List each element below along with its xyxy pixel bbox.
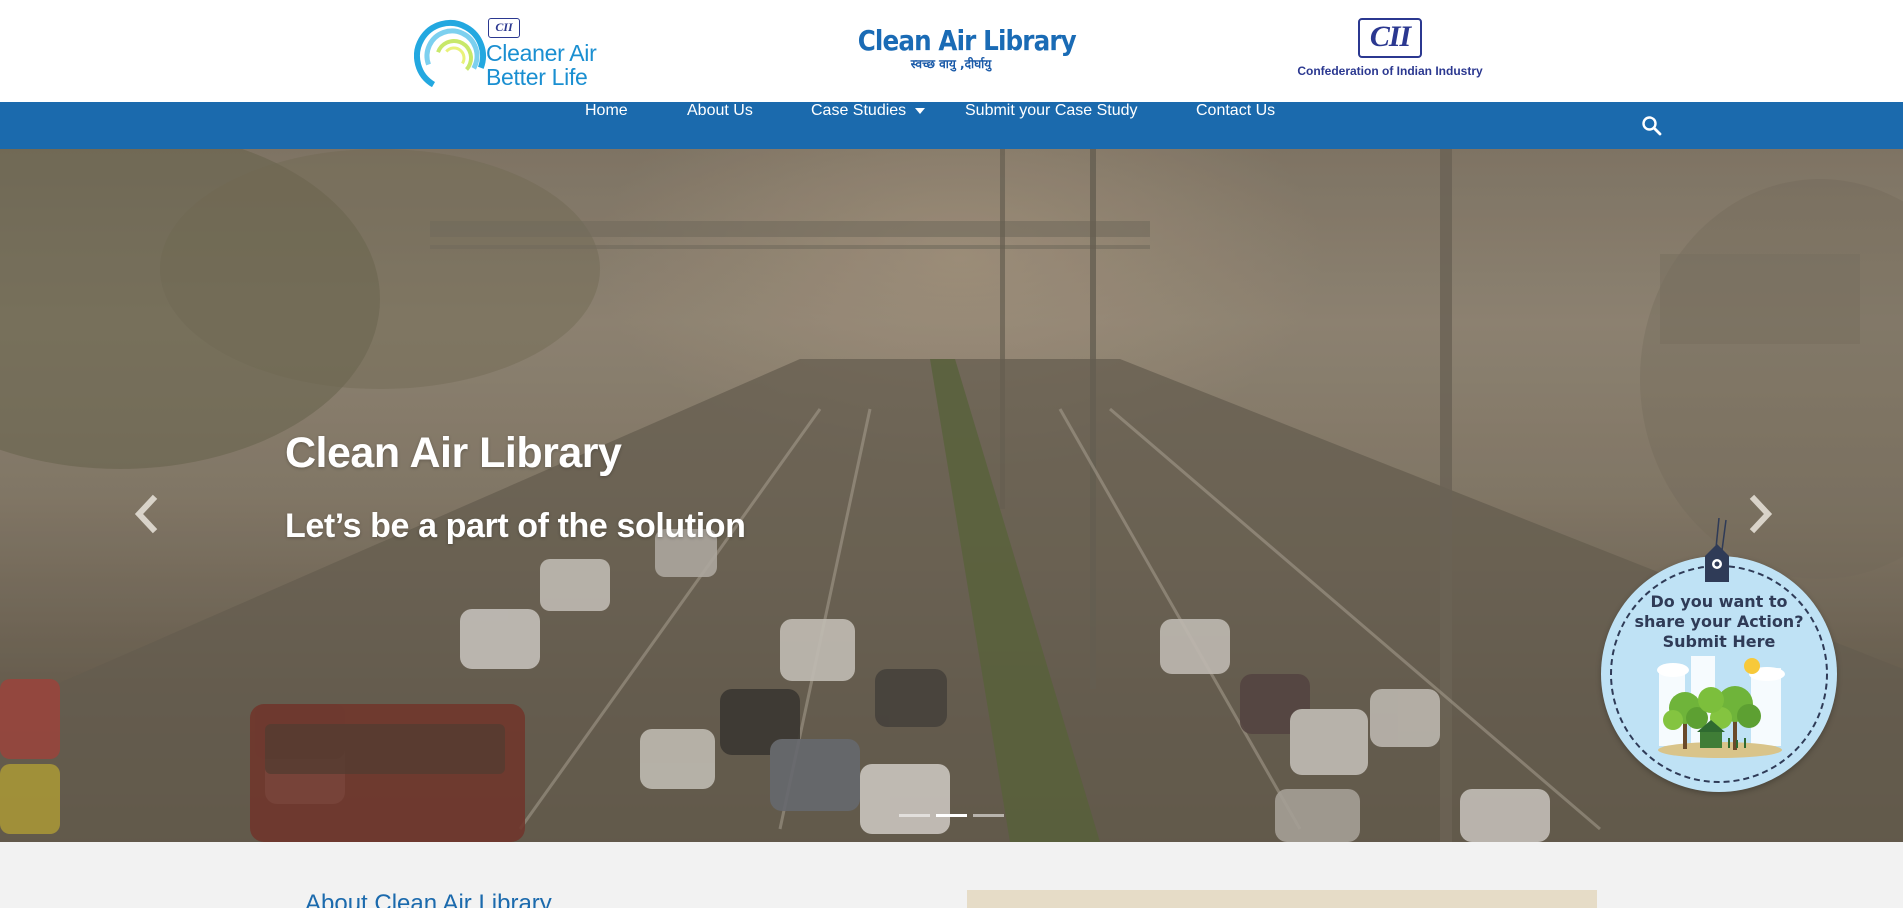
badge-line-2: share your Action? — [1634, 612, 1804, 631]
badge-text: Do you want to share your Action? Submit… — [1619, 592, 1819, 652]
nav-contact-us[interactable]: Contact Us — [1196, 102, 1275, 149]
carousel-indicator-3[interactable] — [973, 814, 1004, 817]
nav-case-studies[interactable]: Case Studies — [811, 102, 926, 149]
nav-about-us[interactable]: About Us — [687, 102, 753, 149]
clean-air-library-logo[interactable]: Clean Air Library स्वच्छ वायु ,दीर्घायु — [845, 24, 1077, 76]
cii-mark: CII — [1358, 18, 1422, 58]
logo-tagline: स्वच्छ वायु ,दीर्घायु — [910, 57, 992, 71]
nav-case-studies-label: Case Studies — [811, 102, 907, 119]
carousel-indicator-2[interactable] — [936, 814, 967, 817]
badge-line-3: Submit Here — [1662, 632, 1776, 651]
logo-line-2: Better Life — [486, 64, 588, 90]
chevron-down-icon — [915, 107, 926, 114]
about-section: About Clean Air Library — [0, 842, 1903, 908]
main-navigation: Home About Us Case Studies Submit your C… — [0, 102, 1903, 149]
cii-mark-text: CII — [1369, 20, 1411, 53]
badge-illustration — [1657, 544, 1785, 758]
cii-caption: Confederation of Indian Industry — [1297, 64, 1483, 78]
hero-subtitle: Let’s be a part of the solution — [285, 507, 746, 545]
site-header: CII Cleaner Air Better Life Clean Air Li… — [0, 0, 1903, 102]
chevron-left-icon[interactable] — [125, 489, 165, 539]
swirl-logo-icon — [414, 20, 486, 92]
cii-logo[interactable]: CII Confederation of Indian Industry — [1290, 18, 1490, 82]
search-icon[interactable] — [1640, 114, 1664, 138]
logo-line-1: Cleaner Air — [486, 40, 597, 66]
nav-submit-case-study[interactable]: Submit your Case Study — [965, 102, 1138, 149]
carousel-indicators — [899, 812, 1005, 820]
submit-action-badge[interactable]: Do you want to share your Action? Submit… — [1599, 518, 1837, 794]
cii-mini-badge: CII — [488, 18, 520, 38]
cleaner-air-better-life-logo[interactable]: CII Cleaner Air Better Life — [414, 14, 604, 92]
hero-title: Clean Air Library — [285, 429, 622, 477]
about-image — [967, 890, 1597, 908]
logo-title: Clean Air Library — [857, 24, 1077, 57]
badge-line-1: Do you want to — [1650, 592, 1788, 611]
about-heading: About Clean Air Library — [305, 890, 552, 908]
nav-home[interactable]: Home — [585, 102, 628, 149]
carousel-indicator-1[interactable] — [899, 814, 930, 817]
